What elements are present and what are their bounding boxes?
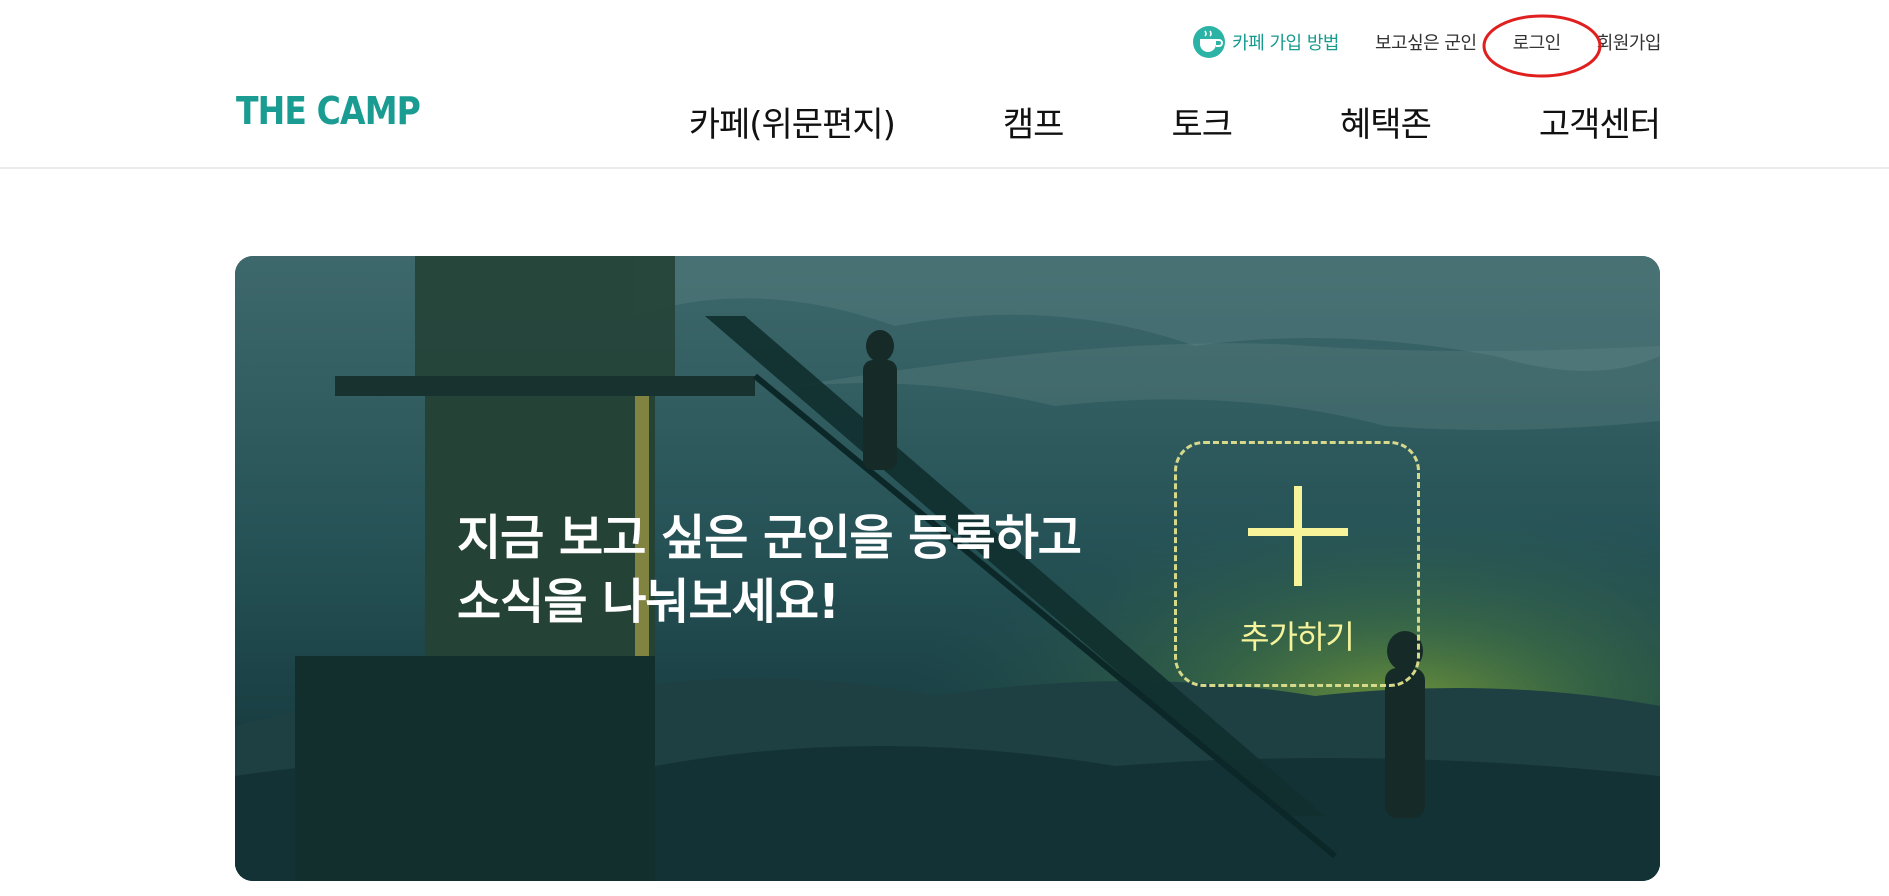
- login-link[interactable]: 로그인: [1513, 29, 1562, 55]
- cafe-cup-icon: [1192, 25, 1226, 59]
- site-header: 카페 가입 방법 보고싶은 군인 로그인 회원가입 THE CAMP 카페(위문…: [0, 0, 1889, 169]
- add-soldier-button[interactable]: 추가하기: [1174, 441, 1420, 687]
- page: 카페 가입 방법 보고싶은 군인 로그인 회원가입 THE CAMP 카페(위문…: [0, 0, 1889, 896]
- hero-banner: 지금 보고 싶은 군인을 등록하고 소식을 나눠보세요! 추가하기: [235, 256, 1660, 881]
- hero-headline: 지금 보고 싶은 군인을 등록하고 소식을 나눠보세요!: [457, 506, 1082, 634]
- hero-headline-line-2: 소식을 나눠보세요!: [457, 574, 840, 630]
- cafe-guide-label: 카페 가입 방법: [1232, 33, 1339, 54]
- cafe-guide-link[interactable]: 카페 가입 방법: [1192, 25, 1339, 59]
- nav-cafe[interactable]: 카페(위문편지): [689, 97, 896, 146]
- utility-nav: 카페 가입 방법 보고싶은 군인 로그인 회원가입: [1192, 14, 1662, 78]
- logo-text: THE CAMP: [236, 90, 420, 130]
- plus-icon: [1248, 486, 1348, 586]
- main-nav: 카페(위문편지) 캠프 토크 혜택존 고객센터: [689, 97, 1661, 146]
- nav-benefit-zone[interactable]: 혜택존: [1340, 97, 1432, 146]
- the-camp-logo[interactable]: THE CAMP: [236, 89, 421, 133]
- login-wrap: 로그인: [1482, 14, 1602, 78]
- nav-camp[interactable]: 캠프: [1003, 97, 1065, 146]
- nav-customer-center[interactable]: 고객센터: [1539, 97, 1661, 146]
- nav-talk[interactable]: 토크: [1171, 97, 1233, 146]
- add-soldier-label: 추가하기: [1240, 618, 1355, 656]
- signup-link[interactable]: 회원가입: [1597, 29, 1662, 55]
- soldier-to-see-link[interactable]: 보고싶은 군인: [1375, 29, 1477, 55]
- hero-headline-line-1: 지금 보고 싶은 군인을 등록하고: [457, 510, 1082, 566]
